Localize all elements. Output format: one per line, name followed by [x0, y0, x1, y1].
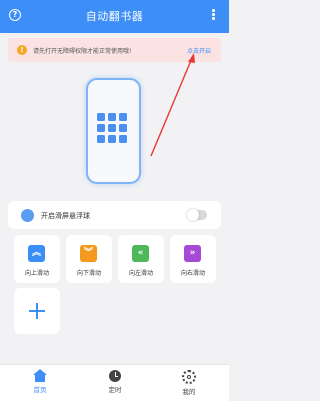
floating-ball-setting: 开启滑屏悬浮球: [8, 201, 221, 229]
home-icon: [33, 369, 47, 382]
floating-ball-label: 开启滑屏悬浮球: [41, 212, 90, 220]
add-action-button[interactable]: [14, 288, 60, 334]
scroll-right-tile[interactable]: » 向右滑动: [170, 235, 216, 283]
accessibility-notice: ! 请先打开无障碍权限才能正常使用哦! 点击开启: [8, 38, 221, 62]
toggle-knob: [187, 209, 199, 221]
scroll-down-label: 向下滑动: [76, 270, 101, 277]
double-chevron-down-icon: ︾: [80, 245, 97, 262]
floating-ball-toggle[interactable]: [187, 209, 207, 221]
nav-item-timer[interactable]: 定时: [95, 369, 135, 394]
warning-icon: !: [17, 45, 27, 55]
enable-accessibility-link[interactable]: 点击开启: [187, 46, 211, 55]
app-title: 自动翻书器: [85, 10, 144, 23]
nav-timer-label: 定时: [108, 386, 122, 394]
more-menu-icon[interactable]: [212, 9, 215, 21]
nav-profile-label: 我的: [182, 388, 196, 396]
nav-item-home[interactable]: 首页: [20, 369, 60, 394]
bottom-navigation: 首页 定时 我的: [0, 364, 229, 401]
floating-ball-icon: [21, 209, 34, 222]
app-bar: ? 自动翻书器: [0, 0, 229, 33]
notice-text: 请先打开无障碍权限才能正常使用哦!: [33, 48, 132, 55]
scroll-left-tile[interactable]: « 向左滑动: [118, 235, 164, 283]
double-chevron-left-icon: «: [132, 245, 149, 262]
phone-illustration: [86, 78, 141, 184]
clock-icon: [109, 370, 121, 382]
app-grid-icon: [97, 113, 129, 143]
nav-item-profile[interactable]: 我的: [169, 369, 209, 396]
scroll-right-label: 向右滑动: [180, 270, 205, 277]
double-chevron-right-icon: »: [184, 245, 201, 262]
scroll-left-label: 向左滑动: [128, 270, 153, 277]
double-chevron-up-icon: ︽: [28, 245, 45, 262]
scroll-up-label: 向上滑动: [24, 270, 49, 277]
gear-icon: [182, 370, 196, 384]
scroll-up-tile[interactable]: ︽ 向上滑动: [14, 235, 60, 283]
scroll-down-tile[interactable]: ︾ 向下滑动: [66, 235, 112, 283]
nav-home-label: 首页: [33, 386, 47, 394]
